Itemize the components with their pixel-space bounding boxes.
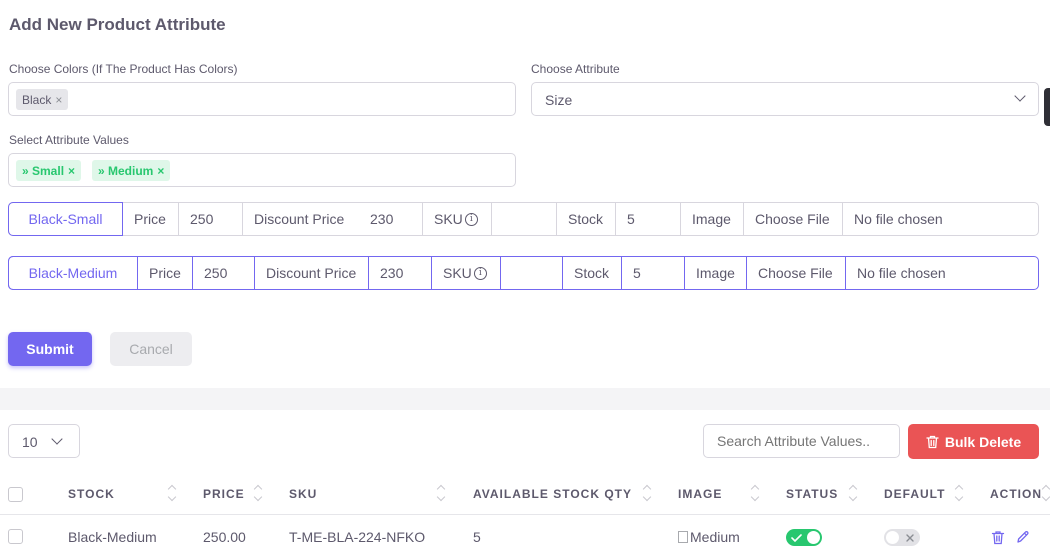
broken-image-icon [678,531,688,543]
info-icon[interactable]: i [473,266,487,280]
page-title: Add New Product Attribute [9,15,226,34]
stock-input[interactable]: 5 [622,257,685,289]
variant-row-black-medium: Black-Medium Price 250 Discount Price 23… [8,256,1039,290]
image-alt-text: Medium [690,529,740,545]
delete-icon[interactable] [991,530,1005,545]
cell-qty: 5 [473,529,481,545]
attribute-select[interactable]: Size [531,82,1039,116]
image-label: Image [681,203,744,235]
chevron-down-icon [51,433,63,445]
default-toggle[interactable] [884,529,920,546]
price-label: Price [138,257,193,289]
column-header-available-stock-qty[interactable]: AVAILABLE STOCK QTY [473,487,632,501]
attribute-select-value: Size [545,92,573,108]
variant-row-black-small: Black-Small Price 250 Discount Price 230… [8,202,1039,236]
color-tag-label: Black [22,92,52,107]
variant-name: Black-Small [8,202,123,236]
discount-input[interactable]: 230 [369,257,432,289]
check-icon [791,534,802,543]
select-all-checkbox[interactable] [8,487,23,502]
value-tag: » Small × [16,160,82,181]
sort-icon[interactable] [254,483,262,503]
sku-label: SKU i [423,203,492,235]
values-label: Select Attribute Values [9,133,129,147]
x-icon [906,534,914,542]
file-status: No file chosen [857,265,946,281]
discount-label: Discount Price [255,257,369,289]
stock-label: Stock [557,203,616,235]
sku-label-text: SKU [434,211,463,227]
value-tag: » Medium × [92,160,171,181]
sort-icon[interactable] [849,483,857,503]
choose-file-button[interactable]: Choose File [744,203,843,235]
column-header-action: ACTION [990,487,1042,501]
column-header-default[interactable]: DEFAULT [884,487,945,501]
remove-tag-icon[interactable]: × [157,164,164,178]
file-status: No file chosen [854,211,943,227]
sort-icon[interactable] [168,483,176,503]
column-header-price[interactable]: PRICE [203,487,245,501]
cell-sku: T-ME-BLA-224-NFKO [289,529,426,545]
chevron-down-icon [1014,90,1026,102]
attribute-label: Choose Attribute [531,62,620,76]
stock-input[interactable]: 5 [616,203,681,235]
sort-icon[interactable] [955,483,963,503]
colors-select[interactable]: Black × [8,82,516,116]
discount-input[interactable]: 230 [359,203,423,235]
column-header-image[interactable]: IMAGE [678,487,722,501]
info-icon[interactable]: i [464,212,478,226]
price-input[interactable]: 250 [179,203,243,235]
cell-stock: Black-Medium [68,529,157,545]
sku-label: SKU i [432,257,501,289]
column-header-stock[interactable]: STOCK [68,487,115,501]
value-tag-label: » Small [22,163,65,178]
sort-icon[interactable] [1042,483,1050,503]
search-input[interactable] [703,424,900,458]
color-tag: Black × [16,89,69,110]
variant-name: Black-Medium [8,256,138,290]
remove-tag-icon[interactable]: × [68,164,75,178]
trash-icon [926,435,939,448]
values-select[interactable]: » Small × » Medium × [8,153,516,187]
status-toggle[interactable] [786,529,822,546]
column-header-status[interactable]: STATUS [786,487,838,501]
remove-tag-icon[interactable]: × [55,93,62,107]
sku-label-text: SKU [443,265,472,281]
page-size-value: 10 [22,434,38,450]
sku-input[interactable] [492,203,557,235]
sort-icon[interactable] [437,483,445,503]
sort-icon[interactable] [643,483,651,503]
edit-icon[interactable] [1016,530,1030,544]
toggle-knob [807,531,820,544]
colors-label: Choose Colors (If The Product Has Colors… [9,62,238,76]
choose-file-button[interactable]: Choose File [747,257,846,289]
bulk-delete-label: Bulk Delete [944,433,1022,450]
sort-icon[interactable] [751,483,759,503]
add-attribute-card [0,0,1050,388]
toggle-knob [886,531,899,544]
submit-button[interactable]: Submit [8,332,92,366]
value-tag-label: » Medium [98,163,154,178]
cancel-button[interactable]: Cancel [110,332,192,366]
table-divider [0,514,1050,515]
row-checkbox[interactable] [8,529,23,544]
customizer-tab[interactable] [1044,88,1050,126]
cell-image: Medium [678,529,740,545]
bulk-delete-button[interactable]: Bulk Delete [908,424,1039,459]
price-label: Price [123,203,179,235]
column-header-sku[interactable]: SKU [289,487,317,501]
sku-input[interactable] [501,257,563,289]
image-label: Image [685,257,747,289]
stock-label: Stock [563,257,622,289]
cell-price: 250.00 [203,529,246,545]
price-input[interactable]: 250 [193,257,255,289]
page-size-select[interactable]: 10 [8,424,80,458]
